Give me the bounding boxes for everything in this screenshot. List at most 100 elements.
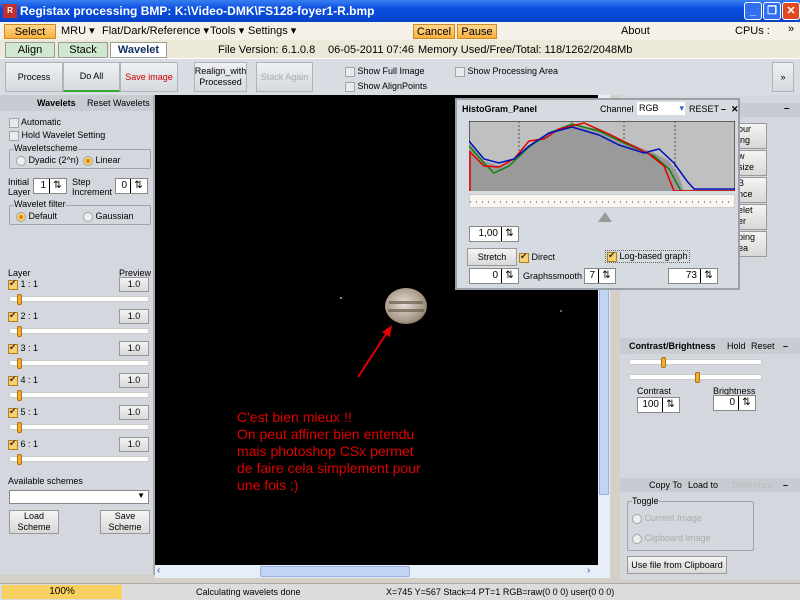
load-to-button[interactable]: Load to — [688, 478, 718, 492]
schemes-dropdown[interactable]: ▼ — [9, 490, 149, 504]
histogram-graph[interactable] — [469, 121, 735, 191]
histogram-reset-button[interactable]: RESET — [689, 100, 719, 118]
process-button[interactable]: Process — [5, 62, 63, 92]
histogram-range-slider[interactable] — [469, 194, 735, 208]
brightness-slider[interactable] — [629, 372, 762, 383]
slider-thumb[interactable] — [17, 358, 22, 369]
gamma-spinner[interactable]: 1,00 — [469, 226, 519, 242]
slider-thumb[interactable] — [17, 454, 22, 465]
step-increment-spinner[interactable]: 0 — [115, 178, 148, 194]
realign-button[interactable]: Realign_with Processed — [194, 62, 247, 92]
layer-checkbox[interactable]: 5 : 1 — [8, 406, 38, 418]
scrollbar-thumb[interactable] — [599, 275, 609, 495]
menu-settings[interactable]: Settings ▾ — [248, 24, 296, 39]
layer-slider[interactable] — [9, 294, 149, 305]
wavelets-header: Wavelets Reset Wavelets — [0, 95, 153, 111]
save-image-button[interactable]: Save image — [120, 62, 178, 92]
file-date: 06-05-2011 07:46 — [328, 44, 415, 56]
slider-thumb[interactable] — [695, 372, 700, 383]
load-scheme-button[interactable]: Load Scheme — [9, 510, 59, 534]
log-graph-checkbox[interactable]: Log-based graph — [605, 250, 690, 263]
do-all-button[interactable]: Do All — [63, 62, 120, 92]
layer-slider[interactable] — [9, 422, 149, 433]
minimize-panel-button[interactable]: – — [783, 338, 788, 354]
layer-slider[interactable] — [9, 358, 149, 369]
layer-preview-button[interactable]: 1.0 — [119, 405, 149, 420]
menu-mru[interactable]: MRU ▾ — [61, 24, 95, 39]
layer-checkbox[interactable]: 4 : 1 — [8, 374, 38, 386]
layer-checkbox[interactable]: 6 : 1 — [8, 438, 38, 450]
cancel-button[interactable]: Cancel — [413, 24, 455, 39]
brightness-spinner[interactable]: 0 — [713, 395, 756, 411]
slider-thumb[interactable] — [17, 294, 22, 305]
layer-slider[interactable] — [9, 326, 149, 337]
slider-thumb[interactable] — [661, 357, 666, 368]
maximize-button[interactable]: ❐ — [763, 2, 781, 20]
select-button[interactable]: Select — [4, 24, 56, 39]
menu-tools[interactable]: Tools ▾ — [210, 24, 244, 39]
high-spinner[interactable]: 73 — [668, 268, 718, 284]
layer-checkbox[interactable]: 3 : 1 — [8, 342, 38, 354]
slider-thumb[interactable] — [17, 390, 22, 401]
scroll-right-icon[interactable]: › — [587, 565, 590, 576]
default-radio[interactable]: Default — [16, 211, 57, 222]
low-spinner[interactable]: 0 — [469, 268, 519, 284]
layer-slider[interactable] — [9, 454, 149, 465]
minimize-panel-button[interactable]: – — [783, 478, 788, 492]
layer-preview-button[interactable]: 1.0 — [119, 277, 149, 292]
automatic-checkbox[interactable]: Automatic — [9, 117, 61, 128]
close-button[interactable]: ✕ — [782, 2, 800, 20]
clipboard-image-radio[interactable]: Clipboard Image — [632, 533, 711, 544]
copy-to-button[interactable]: Copy To — [649, 478, 682, 492]
layer-slider[interactable] — [9, 390, 149, 401]
stretch-button[interactable]: Stretch — [467, 248, 517, 266]
layer-preview-button[interactable]: 1.0 — [119, 373, 149, 388]
current-image-label: Current Image — [644, 513, 703, 523]
hold-wavelet-checkbox[interactable]: Hold Wavelet Setting — [9, 130, 105, 141]
channel-dropdown[interactable]: RGB ▾ — [637, 102, 685, 115]
menu-flat-dark-reference[interactable]: Flat/Dark/Reference ▾ — [102, 24, 209, 39]
dyadic-radio[interactable]: Dyadic (2^n) — [16, 155, 79, 166]
minimize-panel-button[interactable]: – — [784, 103, 790, 114]
histogram-header[interactable]: HistoGram_Panel Channel RGB ▾ RESET – ✕ — [457, 100, 739, 118]
tab-wavelet[interactable]: Wavelet — [110, 42, 167, 58]
reset-wavelets-button[interactable]: Reset Wavelets — [87, 95, 150, 111]
initial-layer-spinner[interactable]: 1 — [33, 178, 67, 194]
gamma-slider-thumb[interactable] — [598, 212, 612, 222]
slider-thumb[interactable] — [17, 326, 22, 337]
tab-align[interactable]: Align — [5, 42, 55, 58]
histogram-close-button[interactable]: ✕ — [731, 100, 739, 118]
histogram-minimize-button[interactable]: – — [721, 100, 726, 118]
scrollbar-thumb[interactable] — [260, 566, 410, 577]
show-alignpoints-checkbox[interactable]: Show AlignPoints — [345, 81, 427, 92]
contrast-slider[interactable] — [629, 357, 762, 368]
linear-radio[interactable]: Linear — [83, 155, 121, 166]
use-clipboard-button[interactable]: Use file from Clipboard — [627, 556, 727, 574]
slider-thumb[interactable] — [17, 422, 22, 433]
pause-button[interactable]: Pause — [457, 24, 497, 39]
layer-preview-button[interactable]: 1.0 — [119, 309, 149, 324]
direct-checkbox[interactable]: Direct — [519, 251, 555, 263]
contrast-spinner[interactable]: 100 — [637, 397, 680, 413]
menu-about[interactable]: About — [621, 24, 650, 39]
gaussian-radio[interactable]: Gaussian — [83, 211, 134, 222]
save-scheme-button[interactable]: Save Scheme — [100, 510, 150, 534]
expand-button[interactable]: » — [772, 62, 794, 92]
show-full-image-checkbox[interactable]: Show Full Image — [345, 66, 425, 77]
reset-button[interactable]: Reset — [751, 338, 775, 354]
hold-button[interactable]: Hold — [727, 338, 746, 354]
layer-checkbox[interactable]: 2 : 1 — [8, 310, 38, 322]
tab-stack[interactable]: Stack — [58, 42, 108, 58]
layer-preview-button[interactable]: 1.0 — [119, 341, 149, 356]
graphsmooth-spinner[interactable]: 7 — [584, 268, 616, 284]
difference-button[interactable]: Difference — [732, 478, 773, 492]
layer-preview-button[interactable]: 1.0 — [119, 437, 149, 452]
minimize-button[interactable]: _ — [744, 2, 762, 20]
menu-more[interactable]: » — [788, 22, 794, 37]
current-image-radio[interactable]: Current Image — [632, 513, 702, 524]
layer-checkbox[interactable]: 1 : 1 — [8, 278, 38, 290]
scroll-left-icon[interactable]: ‹ — [157, 565, 160, 576]
horizontal-scrollbar[interactable]: ‹ › — [155, 565, 610, 578]
stack-again-button[interactable]: Stack Again — [256, 62, 313, 92]
show-processing-area-checkbox[interactable]: Show Processing Area — [455, 66, 558, 77]
